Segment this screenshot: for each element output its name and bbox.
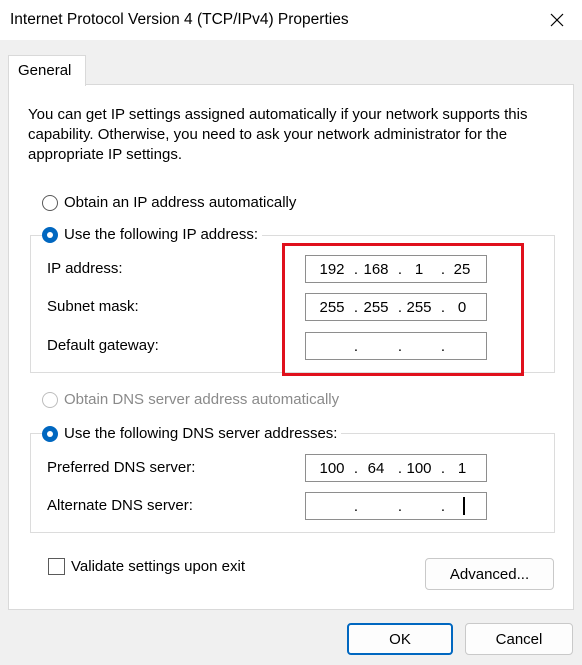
radio-button-checked[interactable] <box>42 226 58 243</box>
alternate-dns-input[interactable]: . . . <box>305 492 487 520</box>
subnet-mask-label: Subnet mask: <box>47 298 139 315</box>
ip-address-label: IP address: <box>47 260 123 277</box>
ok-button[interactable]: OK <box>347 623 453 655</box>
alternate-dns-label: Alternate DNS server: <box>47 497 193 514</box>
highlight-box <box>282 243 524 376</box>
description-text: You can get IP settings assigned automat… <box>28 106 528 163</box>
radio-use-following-dns[interactable]: Use the following DNS server addresses: <box>42 425 342 442</box>
radio-button-checked[interactable] <box>42 425 58 442</box>
close-button[interactable] <box>532 0 582 40</box>
window-title: Internet Protocol Version 4 (TCP/IPv4) P… <box>10 11 349 28</box>
cancel-button-label: Cancel <box>495 630 543 648</box>
radio-use-following-ip[interactable]: Use the following IP address: <box>42 226 262 243</box>
text-caret <box>463 497 465 515</box>
radio-obtain-dns-auto[interactable]: Obtain DNS server address automatically <box>42 391 339 408</box>
preferred-dns-octet-4: 1 <box>457 460 467 477</box>
cancel-button[interactable]: Cancel <box>465 623 573 655</box>
preferred-dns-label: Preferred DNS server: <box>47 459 196 476</box>
validate-checkbox-label: Validate settings upon exit <box>71 558 246 575</box>
ok-button-label: OK <box>389 630 411 648</box>
tab-general-label: General <box>18 62 72 79</box>
preferred-dns-octet-3: 100 <box>406 460 432 477</box>
close-icon <box>550 13 564 27</box>
preferred-dns-octet-2: 64 <box>367 460 385 477</box>
checkbox-box[interactable] <box>48 558 65 575</box>
advanced-button[interactable]: Advanced... <box>425 558 554 590</box>
radio-use-following-ip-label: Use the following IP address: <box>64 226 258 243</box>
radio-obtain-ip-auto-label: Obtain an IP address automatically <box>64 194 297 211</box>
radio-obtain-dns-auto-label: Obtain DNS server address automatically <box>64 391 340 408</box>
preferred-dns-octet-1: 100 <box>319 460 345 477</box>
tab-general[interactable]: General <box>8 55 86 86</box>
radio-obtain-ip-auto[interactable]: Obtain an IP address automatically <box>42 194 296 211</box>
radio-button-disabled[interactable] <box>42 391 58 408</box>
validate-checkbox[interactable]: Validate settings upon exit <box>48 558 245 575</box>
default-gateway-label: Default gateway: <box>47 337 159 354</box>
preferred-dns-input[interactable]: 100 . 64 . 100 . 1 <box>305 454 487 482</box>
title-bar: Internet Protocol Version 4 (TCP/IPv4) P… <box>0 0 582 40</box>
advanced-button-label: Advanced... <box>449 565 530 583</box>
radio-use-following-dns-label: Use the following DNS server addresses: <box>64 425 338 442</box>
radio-button-unchecked[interactable] <box>42 194 58 211</box>
